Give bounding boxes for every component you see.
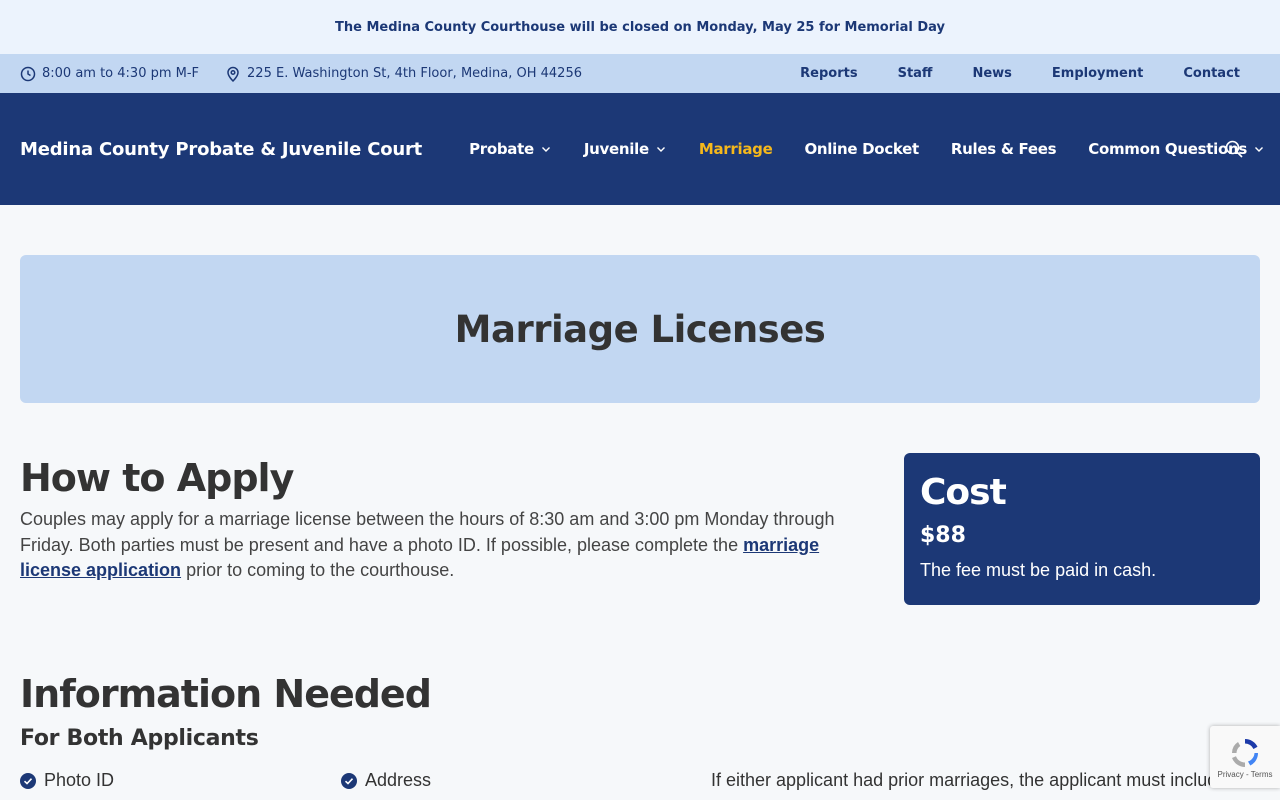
page-title: Marriage Licenses [454, 307, 826, 351]
util-link-reports[interactable]: Reports [800, 66, 857, 81]
apply-text: Couples may apply for a marriage license… [20, 509, 835, 555]
page-hero: Marriage Licenses [20, 255, 1260, 403]
prior-marriages-text: If either applicant had prior marriages,… [711, 770, 1228, 790]
how-to-apply-section: How to Apply Couples may apply for a mar… [20, 455, 880, 584]
recaptcha-icon [1231, 738, 1258, 767]
address-text: 225 E. Washington St, 4th Floor, Medina,… [247, 66, 582, 81]
nav-label: Probate [469, 140, 534, 158]
util-link-employment[interactable]: Employment [1052, 66, 1143, 81]
apply-paragraph: Couples may apply for a marriage license… [20, 507, 880, 584]
clock-icon [20, 66, 36, 81]
list-item-label: Photo ID [44, 770, 115, 790]
apply-text-end: prior to coming to the courthouse. [181, 560, 455, 580]
cost-note: The fee must be paid in cash. [920, 560, 1157, 580]
util-link-staff[interactable]: Staff [898, 66, 933, 81]
subsection-heading: For Both Applicants [20, 726, 259, 751]
location-pin-icon [227, 66, 239, 82]
info-bar: 8:00 am to 4:30 pm M-F 225 E. Washington… [0, 54, 1280, 93]
information-needed-section: Information Needed For Both Applicants [20, 670, 1260, 751]
section-heading: How to Apply [20, 456, 294, 500]
nav-label: Rules & Fees [950, 140, 1057, 158]
check-circle-icon [20, 772, 36, 789]
cost-price: $88 [920, 523, 966, 548]
nav-item-juvenile[interactable]: Juvenile [584, 140, 667, 158]
nav-label: Online Docket [804, 140, 919, 158]
cost-title: Cost [920, 472, 1007, 513]
chevron-down-icon [656, 147, 665, 152]
main-nav: Medina County Probate & Juvenile Court P… [0, 93, 1280, 205]
chevron-down-icon [541, 147, 550, 152]
hours-text: 8:00 am to 4:30 pm M-F [42, 66, 200, 81]
nav-item-rules-fees[interactable]: Rules & Fees [950, 140, 1057, 158]
hours-info: 8:00 am to 4:30 pm M-F [20, 66, 199, 82]
nav-item-probate[interactable]: Probate [469, 140, 552, 158]
search-icon[interactable] [1224, 139, 1244, 159]
site-title[interactable]: Medina County Probate & Juvenile Court [20, 139, 422, 160]
util-link-contact[interactable]: Contact [1183, 66, 1240, 81]
check-circle-icon [341, 772, 357, 789]
alert-banner: The Medina County Courthouse will be clo… [0, 0, 1280, 54]
utility-nav: Reports Staff News Employment Contact [800, 66, 1240, 81]
alert-text: The Medina County Courthouse will be clo… [334, 19, 946, 35]
address-info: 225 E. Washington St, 4th Floor, Medina,… [225, 66, 582, 82]
list-item: Photo ID [20, 770, 114, 791]
recaptcha-badge[interactable]: Privacy - Terms [1210, 726, 1280, 788]
cost-card: Cost $88 The fee must be paid in cash. [904, 453, 1260, 605]
nav-item-online-docket[interactable]: Online Docket [804, 140, 919, 158]
nav-label: Marriage [698, 140, 773, 158]
nav-label: Juvenile [583, 140, 649, 158]
util-link-news[interactable]: News [972, 66, 1011, 81]
recaptcha-terms[interactable]: Privacy - Terms [1218, 770, 1273, 779]
section-heading: Information Needed [20, 672, 432, 716]
chevron-down-icon [1254, 147, 1263, 152]
list-item-label: Address [365, 770, 432, 790]
nav-item-marriage[interactable]: Marriage [699, 140, 773, 158]
list-item: Address [341, 770, 431, 791]
primary-menu: Probate Juvenile Marriage Online Docket … [469, 140, 1265, 158]
